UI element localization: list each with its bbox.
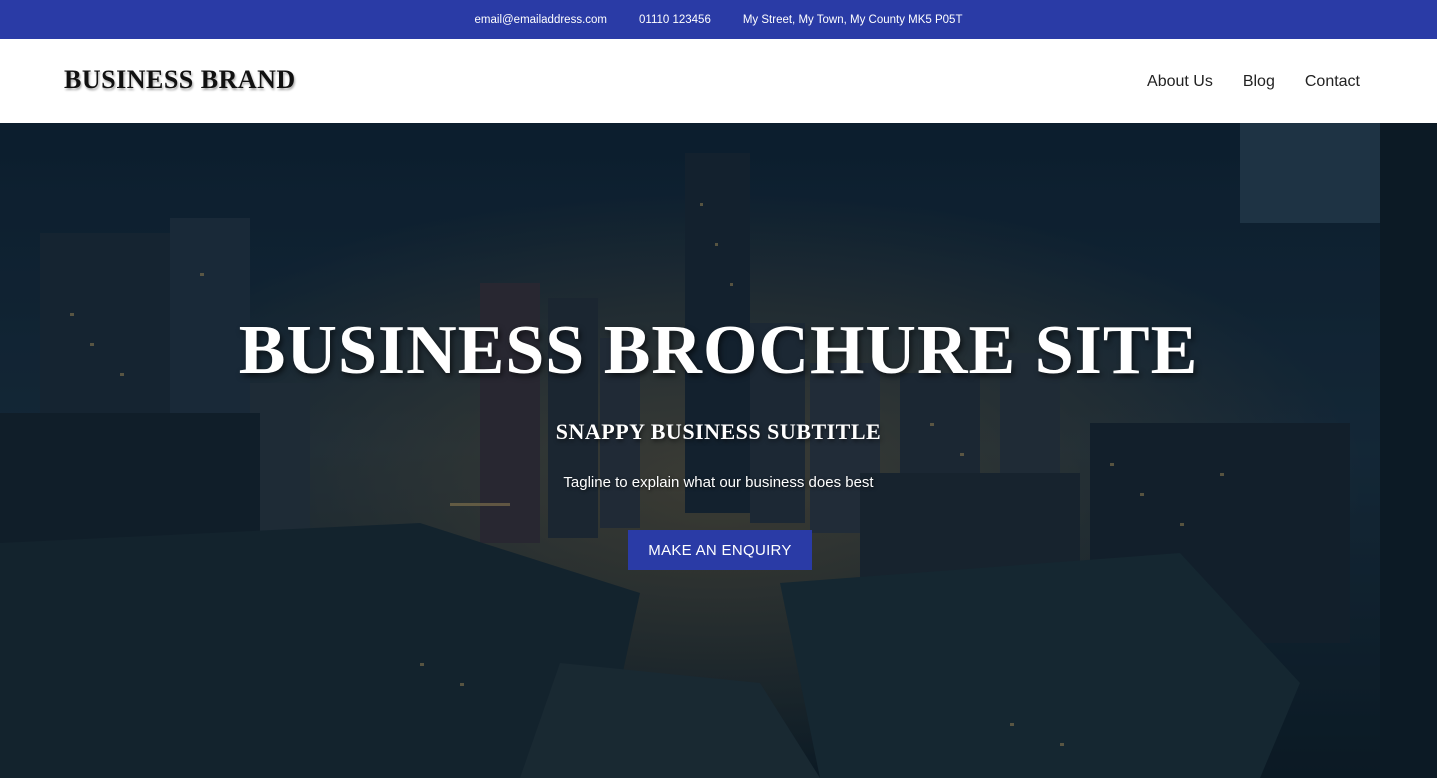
contact-topbar: email@emailaddress.com 01110 123456 My S… — [0, 0, 1437, 39]
main-nav: About Us Blog Contact — [1147, 73, 1360, 91]
hero-title: BUSINESS BROCHURE SITE — [238, 312, 1199, 389]
topbar-email[interactable]: email@emailaddress.com — [475, 14, 607, 26]
make-enquiry-button[interactable]: MAKE AN ENQUIRY — [628, 530, 812, 570]
hero-section: BUSINESS BROCHURE SITE SNAPPY BUSINESS S… — [0, 123, 1437, 778]
topbar-address: My Street, My Town, My County MK5 P05T — [742, 13, 963, 26]
topbar-phone[interactable]: 01110 123456 — [639, 14, 711, 26]
site-header: BUSINESS BRAND About Us Blog Contact — [0, 39, 1437, 123]
hero-content: BUSINESS BROCHURE SITE SNAPPY BUSINESS S… — [0, 123, 1437, 778]
nav-link-blog[interactable]: Blog — [1243, 73, 1275, 91]
brand-logo[interactable]: BUSINESS BRAND — [64, 65, 296, 95]
nav-link-contact[interactable]: Contact — [1305, 73, 1360, 91]
hero-tagline: Tagline to explain what our business doe… — [563, 474, 874, 491]
nav-link-about-us[interactable]: About Us — [1147, 73, 1213, 91]
hero-subtitle: SNAPPY BUSINESS SUBTITLE — [555, 419, 882, 444]
